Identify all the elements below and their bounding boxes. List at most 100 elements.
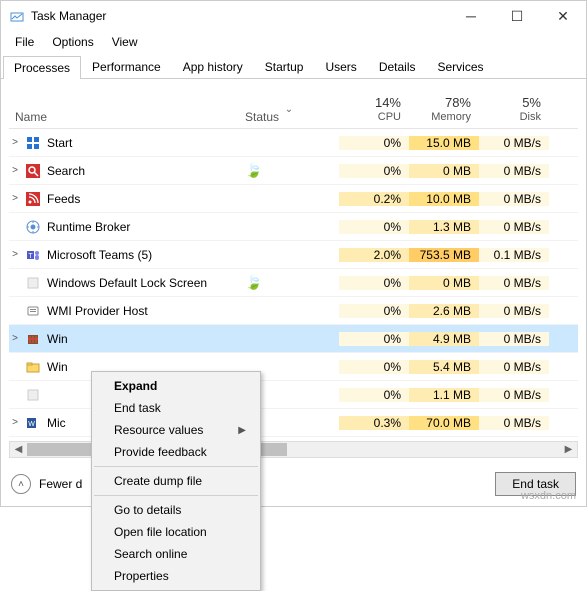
col-memory[interactable]: 78% Memory	[409, 93, 479, 128]
minimize-button[interactable]: ─	[448, 1, 494, 31]
suspended-icon: 🍃	[245, 162, 262, 178]
expand-arrow-icon[interactable]: >	[9, 193, 21, 204]
context-menu: Expand End task Resource values ▶ Provid…	[91, 371, 261, 591]
memory-cell: 1.1 MB	[409, 388, 479, 402]
cpu-cell: 0%	[339, 388, 409, 402]
process-row[interactable]: >Start0%15.0 MB0 MB/s	[9, 129, 578, 157]
content-area: Name ⌄ Status 14% CPU 78% Memory 5% Disk…	[1, 79, 586, 464]
memory-cell: 0 MB	[409, 164, 479, 178]
menu-options[interactable]: Options	[44, 33, 101, 51]
menu-view[interactable]: View	[104, 33, 146, 51]
process-icon	[25, 191, 41, 207]
tab-startup[interactable]: Startup	[254, 55, 315, 78]
process-icon	[25, 331, 41, 347]
disk-cell: 0.1 MB/s	[479, 248, 549, 262]
menu-bar: File Options View	[1, 31, 586, 55]
cpu-cell: 2.0%	[339, 248, 409, 262]
column-headers: Name ⌄ Status 14% CPU 78% Memory 5% Disk	[9, 87, 578, 129]
ctx-provide-feedback[interactable]: Provide feedback	[92, 441, 260, 463]
process-icon	[25, 163, 41, 179]
footer: ˄ Fewer d End task	[1, 464, 586, 506]
disk-cell: 0 MB/s	[479, 136, 549, 150]
expand-arrow-icon[interactable]: >	[9, 137, 21, 148]
scroll-left-icon[interactable]: ◀	[10, 442, 27, 457]
process-name: Microsoft Teams (5)	[47, 248, 239, 262]
task-manager-window: Task Manager ─ ☐ ✕ File Options View Pro…	[0, 0, 587, 507]
ctx-end-task[interactable]: End task	[92, 397, 260, 419]
ctx-separator	[94, 495, 258, 496]
process-name: Win	[47, 332, 239, 346]
process-name: Search	[47, 164, 239, 178]
process-icon: W	[25, 415, 41, 431]
ctx-create-dump[interactable]: Create dump file	[92, 470, 260, 492]
memory-cell: 0 MB	[409, 276, 479, 290]
expand-arrow-icon[interactable]: >	[9, 165, 21, 176]
expand-arrow-icon[interactable]: >	[9, 249, 21, 260]
col-status[interactable]: ⌄ Status	[239, 106, 339, 128]
svg-text:T: T	[28, 253, 33, 260]
process-icon	[25, 387, 41, 403]
process-name: Windows Default Lock Screen	[47, 276, 239, 290]
process-icon	[25, 303, 41, 319]
tab-performance[interactable]: Performance	[81, 55, 172, 78]
fewer-details-button[interactable]: ˄	[11, 474, 31, 494]
memory-cell: 70.0 MB	[409, 416, 479, 430]
col-cpu[interactable]: 14% CPU	[339, 93, 409, 128]
process-row[interactable]: Runtime Broker0%1.3 MB0 MB/s	[9, 213, 578, 241]
ctx-properties[interactable]: Properties	[92, 565, 260, 587]
ctx-separator	[94, 466, 258, 467]
fewer-details-label[interactable]: Fewer d	[39, 477, 82, 491]
col-name[interactable]: Name	[9, 106, 239, 128]
process-icon	[25, 275, 41, 291]
memory-cell: 10.0 MB	[409, 192, 479, 206]
menu-file[interactable]: File	[7, 33, 42, 51]
memory-cell: 4.9 MB	[409, 332, 479, 346]
svg-text:W: W	[28, 421, 35, 428]
sort-indicator-icon: ⌄	[285, 104, 293, 115]
expand-arrow-icon[interactable]: >	[9, 417, 21, 428]
memory-cell: 15.0 MB	[409, 136, 479, 150]
process-name: Runtime Broker	[47, 220, 239, 234]
process-row[interactable]: WMI Provider Host0%2.6 MB0 MB/s	[9, 297, 578, 325]
scroll-right-icon[interactable]: ▶	[560, 442, 577, 457]
col-disk[interactable]: 5% Disk	[479, 93, 549, 128]
ctx-resource-values[interactable]: Resource values ▶	[92, 419, 260, 441]
process-name: Feeds	[47, 192, 239, 206]
ctx-expand[interactable]: Expand	[92, 375, 260, 397]
disk-cell: 0 MB/s	[479, 220, 549, 234]
tab-processes[interactable]: Processes	[3, 56, 81, 79]
process-status: 🍃	[239, 274, 339, 291]
process-row[interactable]: >TMicrosoft Teams (5)2.0%753.5 MB0.1 MB/…	[9, 241, 578, 269]
process-row[interactable]: Windows Default Lock Screen🍃0%0 MB0 MB/s	[9, 269, 578, 297]
cpu-cell: 0%	[339, 360, 409, 374]
process-icon	[25, 135, 41, 151]
suspended-icon: 🍃	[245, 274, 262, 290]
disk-cell: 0 MB/s	[479, 360, 549, 374]
tab-users[interactable]: Users	[314, 55, 367, 78]
chevron-up-icon: ˄	[18, 479, 24, 490]
cpu-cell: 0%	[339, 332, 409, 346]
tab-bar: Processes Performance App history Startu…	[1, 55, 586, 79]
cpu-cell: 0%	[339, 304, 409, 318]
tab-services[interactable]: Services	[427, 55, 495, 78]
ctx-search-online[interactable]: Search online	[92, 543, 260, 565]
cpu-cell: 0%	[339, 220, 409, 234]
tab-app-history[interactable]: App history	[172, 55, 254, 78]
close-button[interactable]: ✕	[540, 1, 586, 31]
disk-cell: 0 MB/s	[479, 388, 549, 402]
disk-cell: 0 MB/s	[479, 192, 549, 206]
disk-cell: 0 MB/s	[479, 304, 549, 318]
ctx-go-details[interactable]: Go to details	[92, 499, 260, 521]
ctx-open-file-location[interactable]: Open file location	[92, 521, 260, 543]
process-name: WMI Provider Host	[47, 304, 239, 318]
cpu-cell: 0%	[339, 276, 409, 290]
maximize-button[interactable]: ☐	[494, 1, 540, 31]
watermark: wsxdn.com	[521, 490, 576, 502]
expand-arrow-icon[interactable]: >	[9, 333, 21, 344]
titlebar[interactable]: Task Manager ─ ☐ ✕	[1, 1, 586, 31]
process-row[interactable]: >Feeds0.2%10.0 MB0 MB/s	[9, 185, 578, 213]
tab-details[interactable]: Details	[368, 55, 427, 78]
process-row[interactable]: >Win0%4.9 MB0 MB/s	[9, 325, 578, 353]
process-row[interactable]: >Search🍃0%0 MB0 MB/s	[9, 157, 578, 185]
cpu-cell: 0%	[339, 164, 409, 178]
